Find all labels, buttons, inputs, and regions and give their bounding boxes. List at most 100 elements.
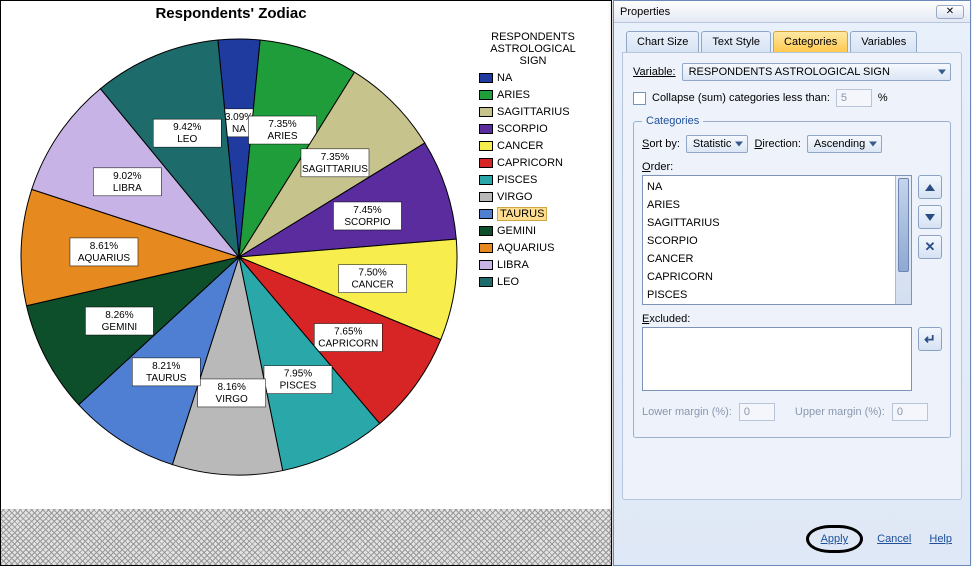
legend-item-na[interactable]: NA (479, 69, 597, 86)
slice-label-leo: 9.42%LEO (153, 119, 221, 147)
apply-button[interactable]: Apply (817, 531, 853, 547)
slice-label-aquarius: 8.61%AQUARIUS (70, 238, 138, 266)
slice-label-aries: 7.35%ARIES (249, 116, 317, 144)
sort-by-dropdown[interactable]: Statistic (686, 135, 749, 153)
variable-label: Variable: (633, 66, 676, 78)
collapse-suffix: % (878, 92, 888, 104)
properties-panel: Properties ✕ Chart Size Text Style Categ… (613, 0, 971, 566)
order-item[interactable]: NA (647, 178, 907, 196)
tab-chart-size[interactable]: Chart Size (626, 31, 699, 52)
close-icon: ✕ (946, 6, 954, 17)
svg-text:ARIES: ARIES (268, 131, 298, 142)
move-down-button[interactable] (918, 205, 942, 229)
collapse-label: Collapse (sum) categories less than: (652, 92, 830, 104)
legend-swatch (479, 243, 493, 253)
svg-text:9.02%: 9.02% (113, 171, 141, 182)
svg-text:NA: NA (232, 124, 246, 135)
order-item[interactable]: PISCES (647, 286, 907, 304)
categories-group: Categories Sort by: Statistic Direction:… (633, 115, 951, 438)
x-icon: ✕ (925, 239, 936, 255)
tab-variables[interactable]: Variables (850, 31, 917, 52)
legend-label: SAGITTARIUS (497, 106, 570, 118)
legend-item-virgo[interactable]: VIRGO (479, 188, 597, 205)
svg-text:LEO: LEO (177, 134, 197, 145)
variable-dropdown[interactable]: RESPONDENTS ASTROLOGICAL SIGN (682, 63, 951, 81)
slice-label-taurus: 8.21%TAURUS (132, 358, 200, 386)
svg-text:7.95%: 7.95% (284, 369, 312, 380)
legend-item-scorpio[interactable]: SCORPIO (479, 120, 597, 137)
legend-item-cancer[interactable]: CANCER (479, 137, 597, 154)
svg-text:8.21%: 8.21% (152, 361, 180, 372)
order-item[interactable]: CANCER (647, 250, 907, 268)
svg-text:7.65%: 7.65% (334, 327, 362, 338)
collapse-value-input (836, 89, 872, 107)
collapse-checkbox[interactable] (633, 92, 646, 105)
legend-label: VIRGO (497, 191, 532, 203)
order-item[interactable]: ARIES (647, 196, 907, 214)
order-item[interactable]: SCORPIO (647, 232, 907, 250)
svg-text:7.35%: 7.35% (268, 119, 296, 130)
legend-label: CANCER (497, 140, 543, 152)
svg-text:TAURUS: TAURUS (146, 373, 187, 384)
legend-swatch (479, 209, 493, 219)
legend-swatch (479, 107, 493, 117)
lower-margin-input (739, 403, 775, 421)
legend-swatch (479, 192, 493, 202)
legend-title: RESPONDENTSASTROLOGICALSIGN (469, 31, 597, 67)
scrollbar[interactable] (895, 176, 911, 304)
remove-button[interactable]: ✕ (918, 235, 942, 259)
upper-margin-input (892, 403, 928, 421)
tab-categories[interactable]: Categories (773, 31, 848, 52)
svg-text:7.50%: 7.50% (358, 268, 386, 279)
legend-item-libra[interactable]: LIBRA (479, 256, 597, 273)
legend-label: CAPRICORN (497, 157, 563, 169)
excluded-label: Excluded: (642, 313, 942, 325)
slice-label-scorpio: 7.45%SCORPIO (333, 202, 401, 230)
return-icon: ↵ (924, 331, 936, 348)
excluded-listbox[interactable] (642, 327, 912, 391)
cancel-button[interactable]: Cancel (873, 531, 915, 547)
tab-strip: Chart Size Text Style Categories Variabl… (614, 23, 970, 52)
move-up-button[interactable] (918, 175, 942, 199)
slice-label-cancer: 7.50%CANCER (339, 265, 407, 293)
legend-item-gemini[interactable]: GEMINI (479, 222, 597, 239)
svg-text:PISCES: PISCES (280, 381, 317, 392)
help-button[interactable]: Help (925, 531, 956, 547)
svg-text:SAGITTARIUS: SAGITTARIUS (302, 164, 368, 175)
direction-dropdown[interactable]: Ascending (807, 135, 882, 153)
upper-margin-label: Upper margin (%): (795, 406, 885, 418)
legend-item-taurus[interactable]: TAURUS (479, 205, 597, 222)
tab-text-style[interactable]: Text Style (701, 31, 771, 52)
slice-label-libra: 9.02%LIBRA (93, 168, 161, 196)
sort-by-label: Sort by: (642, 138, 680, 150)
svg-text:8.26%: 8.26% (105, 310, 133, 321)
legend-label: LIBRA (497, 259, 529, 271)
svg-text:9.42%: 9.42% (173, 122, 201, 133)
svg-text:VIRGO: VIRGO (216, 394, 248, 405)
order-listbox[interactable]: NAARIESSAGITTARIUSSCORPIOCANCERCAPRICORN… (642, 175, 912, 305)
legend-item-pisces[interactable]: PISCES (479, 171, 597, 188)
svg-text:AQUARIUS: AQUARIUS (78, 253, 131, 264)
legend-label: LEO (497, 276, 519, 288)
order-label: Order: (642, 161, 942, 173)
legend-item-aries[interactable]: ARIES (479, 86, 597, 103)
legend-label: NA (497, 72, 512, 84)
svg-text:LIBRA: LIBRA (113, 183, 142, 194)
legend-item-leo[interactable]: LEO (479, 273, 597, 290)
legend-item-capricorn[interactable]: CAPRICORN (479, 154, 597, 171)
legend-swatch (479, 124, 493, 134)
restore-button[interactable]: ↵ (918, 327, 942, 351)
svg-text:CAPRICORN: CAPRICORN (318, 339, 378, 350)
pie-chart: 3.09%NA 7.35%ARIES 7.35%SAGITTARIUS 7.45… (9, 27, 469, 487)
order-item[interactable]: SAGITTARIUS (647, 214, 907, 232)
chart-title: Respondents' Zodiac (1, 5, 461, 22)
legend-item-aquarius[interactable]: AQUARIUS (479, 239, 597, 256)
scrollbar-thumb[interactable] (898, 178, 909, 272)
panel-titlebar: Properties ✕ (614, 1, 970, 23)
close-button[interactable]: ✕ (936, 5, 964, 19)
legend-item-sagittarius[interactable]: SAGITTARIUS (479, 103, 597, 120)
order-item[interactable]: CAPRICORN (647, 268, 907, 286)
svg-text:GEMINI: GEMINI (102, 322, 138, 333)
legend-swatch (479, 277, 493, 287)
legend-swatch (479, 175, 493, 185)
